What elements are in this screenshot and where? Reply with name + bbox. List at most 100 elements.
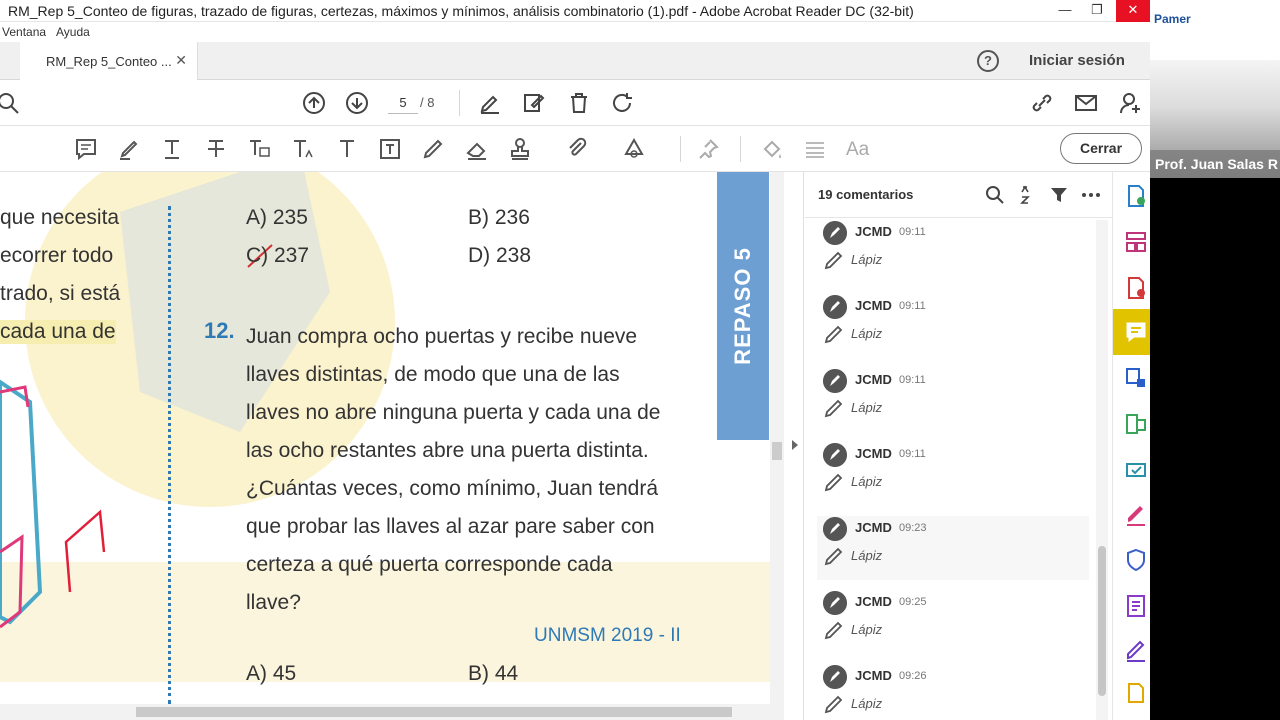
pin-icon[interactable] [696,137,720,161]
highlight-icon[interactable] [117,137,141,161]
answer-b-top: B) 236 [468,206,530,229]
add-text-icon[interactable] [335,137,359,161]
pencil-icon [824,695,843,714]
replace-text-icon[interactable] [247,137,271,161]
organize-pages-icon[interactable] [1124,230,1148,254]
edit-pdf-icon[interactable] [522,91,546,115]
document-view[interactable]: que necesita ecorrer todo trado, si está… [0,172,770,704]
comment-type: Lápiz [851,548,883,563]
comment-time: 09:11 [899,448,926,460]
more-options-icon[interactable] [1081,185,1101,205]
comment-item[interactable]: JCMD 09:11 Lápiz [817,220,1089,284]
restore-button[interactable]: ❐ [1080,0,1114,22]
strikethrough-icon[interactable] [204,137,228,161]
create-pdf-icon[interactable] [1124,184,1148,208]
tab-label: RM_Rep 5_Conteo ... [46,54,172,69]
comments-scrollbar[interactable] [1096,220,1108,720]
share-link-icon[interactable] [1030,91,1054,115]
sticky-note-icon[interactable] [74,137,98,161]
pencil-icon [824,473,843,492]
email-icon[interactable] [1074,91,1098,115]
question-line: ¿Cuántas veces, como mínimo, Juan tendrá [246,477,659,500]
acrobat-window: RM_Rep 5_Conteo de figuras, trazado de f… [0,0,1280,720]
minimize-button[interactable]: — [1048,0,1082,22]
underline-text-icon[interactable] [160,137,184,161]
menu-ayuda[interactable]: Ayuda [56,25,90,39]
pencil-avatar-icon [823,443,847,467]
combine-files-icon[interactable] [1124,366,1148,390]
export-pdf-icon[interactable] [1124,276,1148,300]
forms-icon[interactable] [1124,594,1148,618]
comment-toolbar-divider [680,136,681,162]
help-icon[interactable]: ? [977,50,999,72]
chevron-right-icon[interactable] [790,438,800,452]
pencil-avatar-icon [823,369,847,393]
page-number-input[interactable]: 5 [388,92,418,114]
eraser-icon[interactable] [465,137,489,161]
filter-icon[interactable] [1049,185,1069,205]
tab-close-icon[interactable]: ✕ [175,52,187,69]
comment-item[interactable]: JCMD 09:11 Lápiz [817,368,1089,432]
comment-toolbar-divider-2 [740,136,741,162]
text-box-icon[interactable] [378,137,402,161]
comment-time: 09:23 [899,522,927,534]
close-comments-button[interactable]: Cerrar [1060,133,1142,164]
answer-a-top: A) 235 [246,206,308,229]
comment-type: Lápiz [851,474,883,489]
trash-icon[interactable] [567,91,591,115]
document-vertical-scrollbar[interactable] [770,172,784,704]
draw-shapes-icon[interactable] [622,137,646,161]
comment-item[interactable]: JCMD 09:25 Lápiz [817,590,1089,654]
comment-tool-icon[interactable] [1124,320,1148,344]
scroll-thumb[interactable] [136,707,732,717]
protect-shield-icon[interactable] [1124,548,1148,572]
signin-button[interactable]: Iniciar sesión [1029,52,1125,69]
insert-text-icon[interactable] [291,137,315,161]
document-horizontal-scrollbar[interactable] [0,704,784,720]
page-up-icon[interactable] [302,91,326,115]
attach-file-icon[interactable] [565,137,589,161]
comment-item[interactable]: JCMD 09:23 Lápiz [817,516,1089,580]
answer-c-top: C) 237 [246,244,310,267]
close-window-button[interactable]: ✕ [1116,0,1150,22]
fill-color-icon[interactable] [760,137,784,161]
scroll-thumb[interactable] [772,442,782,460]
font-style-icon[interactable]: Aa [846,139,869,161]
comment-item[interactable]: JCMD 09:11 Lápiz [817,294,1089,358]
main-toolbar: 5 / 8 [0,80,1150,126]
fill-sign-tool-icon[interactable] [1124,504,1148,528]
panel-collapse-handle[interactable] [786,172,804,720]
tab-document[interactable]: RM_Rep 5_Conteo ... ✕ [20,42,198,80]
comment-type: Lápiz [851,696,883,711]
comment-time: 09:11 [899,300,926,312]
section-side-label: REPASO 5 [730,247,755,365]
line-style-icon[interactable] [803,137,827,161]
menu-ventana[interactable]: Ventana [2,25,46,39]
brand-logo: Pamer [1154,12,1191,26]
pencil-icon [824,399,843,418]
left-column-line-2: ecorrer todo [0,244,114,267]
question-line: llaves distintas, de modo que una de las [246,363,620,386]
edit-pdf-tool-icon[interactable] [1124,412,1148,436]
comment-time: 09:25 [899,596,927,608]
add-user-icon[interactable] [1118,91,1142,115]
comments-panel: 19 comentarios JCMD 09:11 Lápiz JCMD 09:… [805,172,1112,720]
rotate-icon[interactable] [610,91,634,115]
comment-item[interactable]: JCMD 09:26 Lápiz [817,664,1089,720]
question-text: Juan compra ocho puertas y recibe nueve … [246,318,695,622]
answer-d-top: D) 238 [468,244,532,267]
scroll-thumb[interactable] [1098,546,1106,696]
left-column-line-1: que necesita [0,206,120,229]
sort-icon[interactable] [1017,185,1037,205]
search-icon[interactable] [0,91,20,115]
page-down-icon[interactable] [345,91,369,115]
sign-request-icon[interactable] [1124,640,1148,664]
comment-item[interactable]: JCMD 09:11 Lápiz [817,442,1089,506]
search-comments-icon[interactable] [985,185,1005,205]
send-track-icon[interactable] [1124,458,1148,482]
comments-header: 19 comentarios [805,172,1112,218]
more-tools-icon[interactable] [1124,680,1148,704]
fill-sign-icon[interactable] [478,91,502,115]
pencil-icon[interactable] [421,137,445,161]
stamp-icon[interactable] [508,137,532,161]
